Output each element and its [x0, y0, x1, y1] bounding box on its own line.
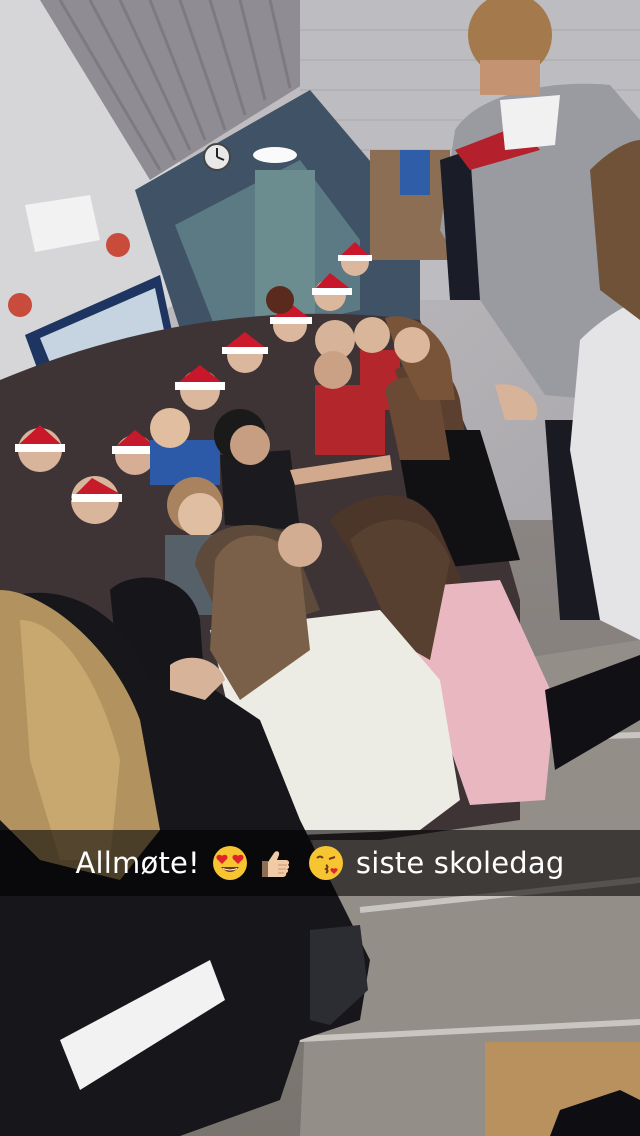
- thumbs-up-emoji-icon: [261, 851, 289, 877]
- heart-eyes-emoji-icon: [212, 846, 247, 880]
- snap-caption-bar[interactable]: Allmøte! siste skoledag: [0, 830, 640, 896]
- caption-text-after: siste skoledag: [355, 846, 565, 880]
- photo: [0, 0, 640, 1136]
- kiss-emoji-icon: [308, 846, 343, 880]
- snapchat-photo-view[interactable]: Allmøte! siste skoledag: [0, 0, 640, 1136]
- caption-text-before: Allmøte!: [75, 846, 200, 880]
